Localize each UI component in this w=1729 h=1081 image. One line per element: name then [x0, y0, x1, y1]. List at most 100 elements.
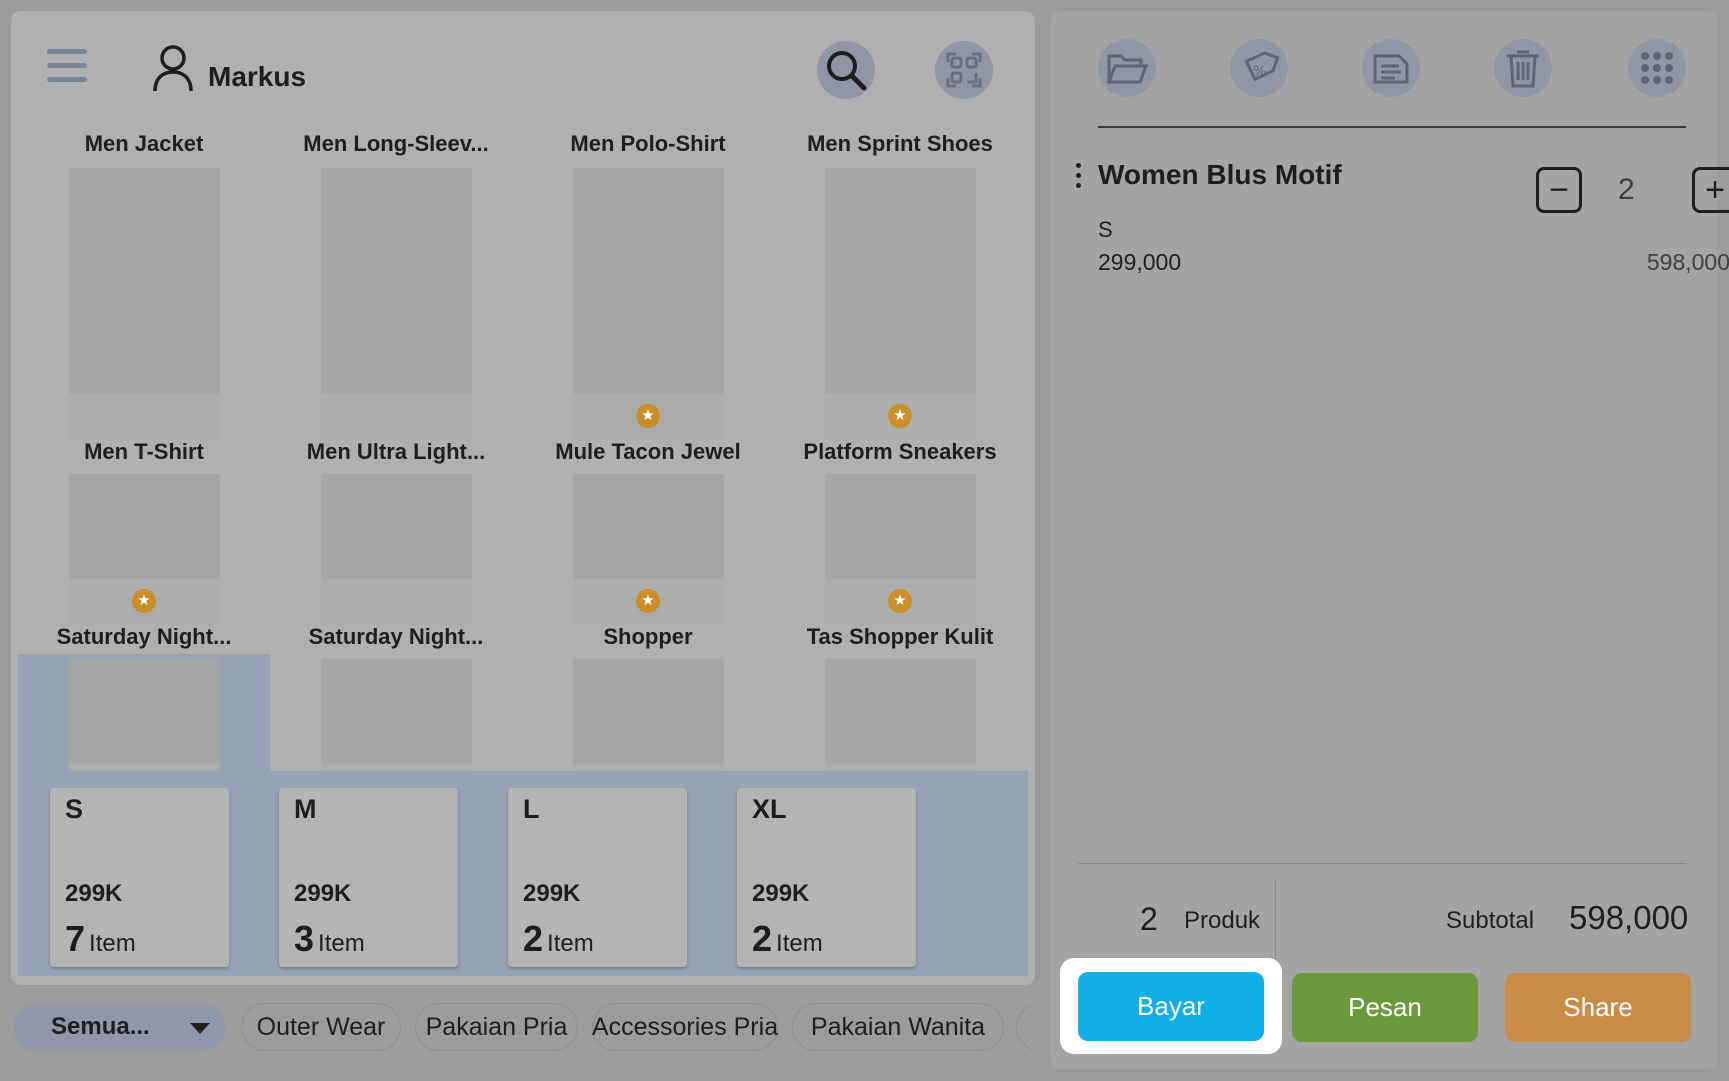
variant-card[interactable]: L 299K 2 Item	[508, 788, 687, 967]
product-name: Tas Shopper Kulit	[806, 624, 994, 649]
product-name: Men Ultra Light...	[306, 439, 486, 464]
product-image: ★	[825, 474, 976, 625]
variant-stock-count: 2	[752, 918, 773, 959]
product-card[interactable]: Men T-Shirt	[18, 284, 270, 469]
decrease-quantity-button[interactable]: −	[1536, 167, 1582, 213]
product-name: Platform Sneakers	[803, 439, 997, 464]
variant-price: 299K	[523, 880, 581, 907]
category-chip[interactable]: Pakaian Wanita	[792, 1003, 1004, 1051]
product-card[interactable]: ★ Saturday Night...	[18, 469, 270, 654]
favorite-star-icon: ★	[888, 589, 912, 613]
product-image	[321, 474, 472, 625]
product-image: ★	[573, 289, 724, 440]
variant-stock-unit: Item	[89, 930, 136, 957]
layout-grid-button[interactable]	[935, 41, 993, 99]
product-card[interactable]: Saturday Night...	[270, 469, 522, 654]
pesan-button[interactable]: Pesan	[1292, 973, 1478, 1042]
folder-icon	[1106, 54, 1149, 84]
product-card[interactable]: ★ Shopper	[522, 469, 774, 654]
quantity-value: 2	[1618, 173, 1635, 206]
product-image	[321, 289, 472, 440]
product-name: Men Long-Sleev...	[303, 131, 489, 156]
search-icon	[827, 51, 867, 91]
item-menu-icon[interactable]	[1076, 163, 1084, 193]
category-dropdown[interactable]: Semua...	[13, 1003, 226, 1051]
cart-item[interactable]: Women Blus Motif − 2 + S 299,000 598,000	[1076, 151, 1729, 275]
variant-stock-unit: Item	[547, 930, 594, 957]
product-name: Mule Tacon Jewel	[555, 439, 741, 464]
bayar-button[interactable]: Bayar	[1078, 972, 1264, 1041]
variant-tray: S 299K 7 Item M 299K 3 Item L 299K 2 Item XL 299K 2 Ite…	[18, 771, 1028, 976]
variant-stock-count: 7	[65, 918, 86, 959]
category-chip[interactable]: Pakaian Pria	[415, 1003, 578, 1051]
summary-divider	[1078, 863, 1686, 864]
variant-stock: 7 Item	[65, 918, 136, 960]
variant-stock: 2 Item	[752, 918, 823, 960]
subtotal-value: 598,000	[1569, 899, 1689, 936]
discount-tag-icon: %	[1244, 51, 1280, 82]
product-name: Shopper	[603, 624, 693, 649]
cart-item-unit-price: 299,000	[1098, 249, 1182, 275]
notes-button[interactable]	[1362, 39, 1420, 97]
variant-stock: 3 Item	[294, 918, 365, 960]
variant-price: 299K	[65, 880, 123, 907]
category-chip[interactable]: Accessories Pria	[592, 1003, 778, 1051]
cart-item-line-total: 598,000	[1646, 249, 1729, 275]
product-image: ★	[573, 474, 724, 625]
variant-stock-unit: Item	[318, 930, 365, 957]
variant-stock-count: 3	[294, 918, 315, 959]
more-options-button[interactable]	[1628, 39, 1686, 97]
product-panel: Markus Men Jacket Men Long-Sleev... Men Po…	[11, 11, 1035, 985]
favorite-star-icon: ★	[888, 404, 912, 428]
variant-size: L	[523, 794, 540, 824]
product-image: ★	[825, 289, 976, 440]
favorite-star-icon: ★	[132, 589, 156, 613]
search-button[interactable]	[817, 41, 875, 99]
dots-grid-icon	[1641, 52, 1673, 84]
category-chip[interactable]: Outer Wear	[241, 1003, 401, 1051]
variant-card[interactable]: XL 299K 2 Item	[737, 788, 916, 967]
variant-stock-unit: Item	[776, 930, 823, 957]
hamburger-menu-icon[interactable]	[47, 49, 87, 89]
cart-item-name: Women Blus Motif	[1098, 159, 1342, 190]
document-icon	[1373, 54, 1409, 84]
variant-card[interactable]: S 299K 7 Item	[50, 788, 229, 967]
variant-card[interactable]: M 299K 3 Item	[279, 788, 458, 967]
category-bar: Semua... Outer Wear Pakaian Pria Accessori…	[11, 999, 1035, 1057]
user-icon	[151, 43, 195, 93]
top-bar: Markus	[11, 11, 1035, 126]
category-chip-partial[interactable]	[1016, 1003, 1035, 1051]
product-name: Men Jacket	[84, 131, 204, 156]
discount-button[interactable]: %	[1230, 39, 1288, 97]
chevron-down-icon	[190, 1023, 210, 1034]
product-count: 2	[1140, 901, 1158, 937]
trash-icon	[1507, 50, 1539, 88]
summary-separator	[1275, 879, 1276, 959]
variant-stock-count: 2	[523, 918, 544, 959]
product-image	[69, 289, 220, 440]
product-image: ★	[69, 474, 220, 625]
user-name: Markus	[208, 61, 307, 92]
product-count-label: Produk	[1184, 907, 1261, 934]
share-button[interactable]: Share	[1505, 973, 1691, 1042]
product-name: Men Polo-Shirt	[570, 131, 726, 156]
cart-item-variant: S	[1098, 217, 1113, 242]
product-card[interactable]: ★ Mule Tacon Jewel	[522, 284, 774, 469]
product-name: Men T-Shirt	[84, 439, 204, 464]
product-card[interactable]: ★ Platform Sneakers	[774, 284, 1026, 469]
favorite-star-icon: ★	[636, 589, 660, 613]
variant-size: XL	[752, 794, 787, 824]
toolbar-divider	[1098, 126, 1686, 128]
product-name: Saturday Night...	[308, 624, 484, 649]
delete-cart-button[interactable]	[1494, 39, 1552, 97]
open-order-button[interactable]	[1098, 39, 1156, 97]
cart-panel: % Women Blus Motif − 2 + S 299,000 598,0…	[1050, 11, 1729, 1069]
category-dropdown-label: Semua...	[51, 1013, 150, 1040]
product-name: Saturday Night...	[56, 624, 232, 649]
product-name: Men Sprint Shoes	[807, 131, 993, 156]
product-card[interactable]: ★ Tas Shopper Kulit	[774, 469, 1026, 654]
variant-stock: 2 Item	[523, 918, 594, 960]
product-card[interactable]: Men Ultra Light...	[270, 284, 522, 469]
increase-quantity-button[interactable]: +	[1692, 167, 1729, 213]
favorite-star-icon: ★	[636, 404, 660, 428]
